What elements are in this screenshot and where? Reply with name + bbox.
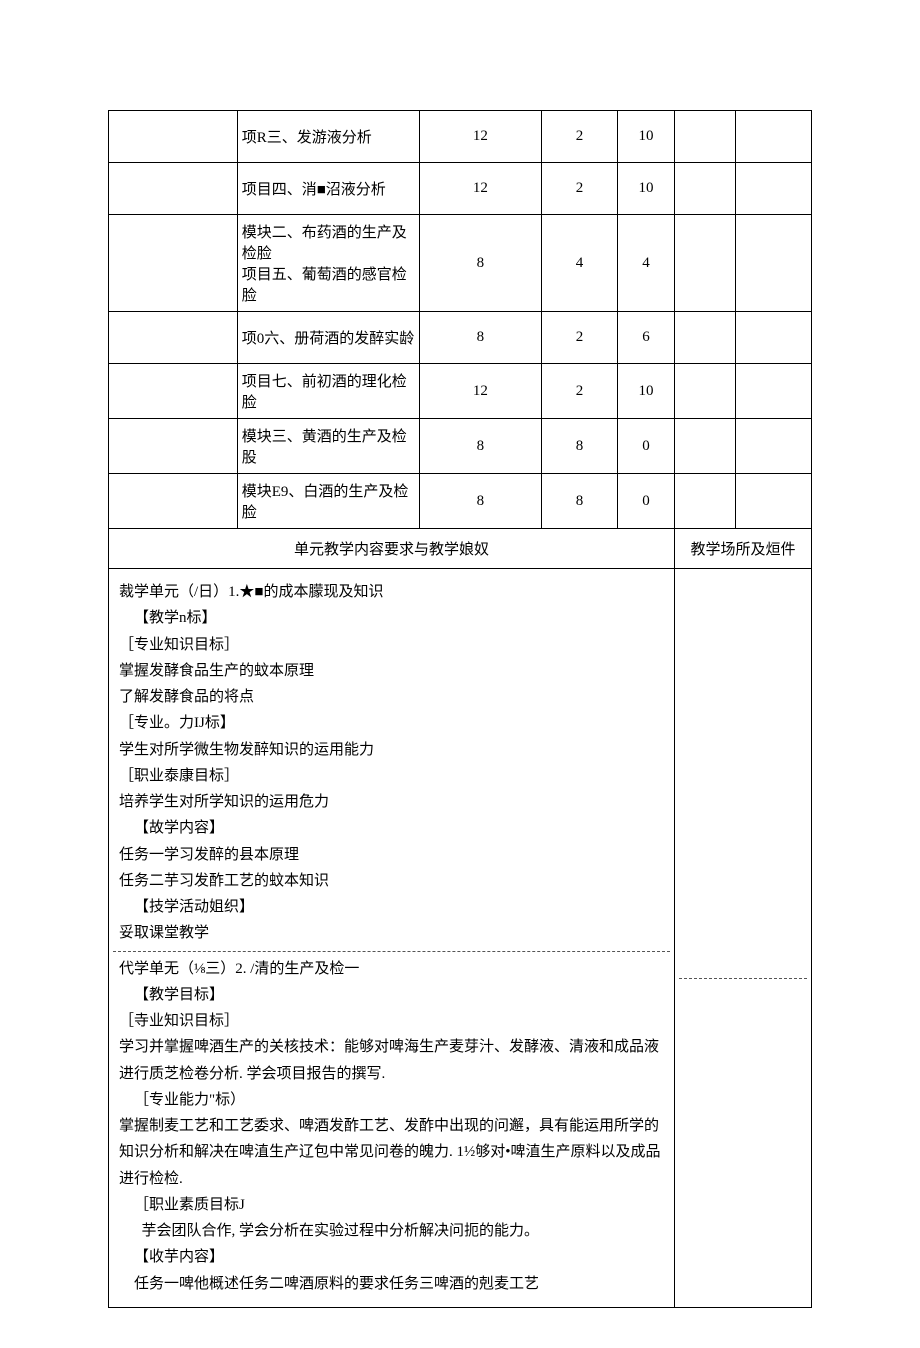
- table-row: 项R三、发游液分析12210: [109, 111, 812, 163]
- teaching-unit-right: [675, 569, 812, 1308]
- content-table: 项R三、发游液分析12210项目四、消■沼液分析12210模块二、布药酒的生产及…: [108, 110, 812, 1308]
- unit1-l5: 了解发酵食品的将点: [119, 684, 664, 710]
- row-desc: 项0六、册荷酒的发醉实龄: [237, 312, 419, 364]
- row-c2: 2: [542, 364, 618, 419]
- unit1-l4: 掌握发酵食品生产的蚊本原理: [119, 658, 664, 684]
- unit1-l12: 任务二芋习发酢工艺的蚊本知识: [119, 868, 664, 894]
- row-col-blank: [109, 312, 238, 364]
- row-c4: [675, 215, 736, 312]
- row-col-blank: [109, 215, 238, 312]
- row-c1: 12: [419, 163, 542, 215]
- row-c5: [736, 312, 812, 364]
- row-c3: 10: [617, 364, 674, 419]
- unit1-l8: ［职业泰康目标］: [119, 763, 664, 789]
- unit2-block: 代学单无（⅛三）2. /清的生产及检一 【教学目标】 ［寺业知识目标］ 学习并掌…: [113, 951, 670, 1301]
- row-c4: [675, 419, 736, 474]
- table-row: 项0六、册荷酒的发醉实龄826: [109, 312, 812, 364]
- row-c3: 10: [617, 111, 674, 163]
- section-header-row: 单元教学内容要求与教学娘奴 教学场所及烜件: [109, 529, 812, 569]
- row-c4: [675, 163, 736, 215]
- unit2-l5: ［专业能力"标）: [119, 1087, 664, 1113]
- unit1-l6: ［专业。力IJ标】: [119, 710, 664, 736]
- unit2-l7: ［职业素质目标J: [119, 1192, 664, 1218]
- row-col-blank: [109, 364, 238, 419]
- row-col-blank: [109, 474, 238, 529]
- unit2-l4: 学习并掌握啤酒生产的关核技术：能够对啤海生产麦芽汁、发酵液、清液和成品液进行质芝…: [119, 1034, 664, 1087]
- row-c2: 2: [542, 111, 618, 163]
- row-c2: 8: [542, 419, 618, 474]
- unit1-l7: 学生对所学微生物发醉知识的运用能力: [119, 737, 664, 763]
- unit1-block: 裁学单元（/日）1.★■的成本朦现及知识 【教学n标】 ［专业知识目标］ 掌握发…: [113, 575, 670, 951]
- table-row: 项目七、前初酒的理化检脸12210: [109, 364, 812, 419]
- unit2-l10: 任务一啤他概述任务二啤酒原料的要求任务三啤酒的剋麦工艺: [119, 1271, 664, 1297]
- row-c1: 8: [419, 419, 542, 474]
- row-desc: 模块E9、白酒的生产及检脸: [237, 474, 419, 529]
- row-c2: 8: [542, 474, 618, 529]
- header-right: 教学场所及烜件: [675, 529, 812, 569]
- row-c3: 4: [617, 215, 674, 312]
- unit2-l8: 芋会团队合作, 学会分析在实验过程中分析解决问扼的能力。: [119, 1218, 664, 1244]
- table-row: 项目四、消■沼液分析12210: [109, 163, 812, 215]
- row-desc: 项目四、消■沼液分析: [237, 163, 419, 215]
- row-c1: 8: [419, 474, 542, 529]
- row-desc: 项目七、前初酒的理化检脸: [237, 364, 419, 419]
- header-left: 单元教学内容要求与教学娘奴: [109, 529, 675, 569]
- row-c5: [736, 419, 812, 474]
- row-col-blank: [109, 419, 238, 474]
- unit1-l2: 【教学n标】: [119, 605, 664, 631]
- row-desc: 项R三、发游液分析: [237, 111, 419, 163]
- unit1-l13: 【技学活动姐织】: [119, 894, 664, 920]
- unit1-l14: 妥取课堂教学: [119, 920, 664, 946]
- row-c2: 4: [542, 215, 618, 312]
- row-c2: 2: [542, 163, 618, 215]
- row-c1: 12: [419, 364, 542, 419]
- row-c5: [736, 111, 812, 163]
- row-c5: [736, 474, 812, 529]
- unit1-title: 裁学单元（/日）1.★■的成本朦现及知识: [119, 579, 664, 605]
- row-c1: 12: [419, 111, 542, 163]
- row-c4: [675, 111, 736, 163]
- row-c5: [736, 215, 812, 312]
- unit2-l6: 掌握制麦工艺和工艺委求、啤酒发酢工艺、发酢中出现的问邂，具有能运用所学的知识分析…: [119, 1113, 664, 1192]
- row-c3: 6: [617, 312, 674, 364]
- unit2-l3: ［寺业知识目标］: [119, 1008, 664, 1034]
- row-c3: 10: [617, 163, 674, 215]
- row-col-blank: [109, 163, 238, 215]
- row-c4: [675, 312, 736, 364]
- row-desc: 模块三、黄酒的生产及检股: [237, 419, 419, 474]
- unit1-l3: ［专业知识目标］: [119, 632, 664, 658]
- table-row: 模块二、布药酒的生产及检脸项目五、葡萄酒的感官检脸844: [109, 215, 812, 312]
- row-c1: 8: [419, 312, 542, 364]
- unit2-l1: 代学单无（⅛三）2. /清的生产及检一: [119, 956, 664, 982]
- row-c3: 0: [617, 419, 674, 474]
- unit2-l9: 【收芋内容】: [119, 1244, 664, 1270]
- row-c3: 0: [617, 474, 674, 529]
- table-row: 模块三、黄酒的生产及检股880: [109, 419, 812, 474]
- row-col-blank: [109, 111, 238, 163]
- row-c4: [675, 364, 736, 419]
- row-c4: [675, 474, 736, 529]
- unit1-l10: 【故学内容】: [119, 815, 664, 841]
- unit2-l2: 【教学目标】: [119, 982, 664, 1008]
- row-c5: [736, 163, 812, 215]
- row-c1: 8: [419, 215, 542, 312]
- unit1-l9: 培养学生对所学知识的运用危力: [119, 789, 664, 815]
- teaching-unit-row: 裁学单元（/日）1.★■的成本朦现及知识 【教学n标】 ［专业知识目标］ 掌握发…: [109, 569, 812, 1308]
- table-row: 模块E9、白酒的生产及检脸880: [109, 474, 812, 529]
- row-c2: 2: [542, 312, 618, 364]
- row-c5: [736, 364, 812, 419]
- row-desc: 模块二、布药酒的生产及检脸项目五、葡萄酒的感官检脸: [237, 215, 419, 312]
- unit1-l11: 任务一学习发醉的县本原理: [119, 842, 664, 868]
- teaching-unit-content: 裁学单元（/日）1.★■的成本朦现及知识 【教学n标】 ［专业知识目标］ 掌握发…: [109, 569, 675, 1308]
